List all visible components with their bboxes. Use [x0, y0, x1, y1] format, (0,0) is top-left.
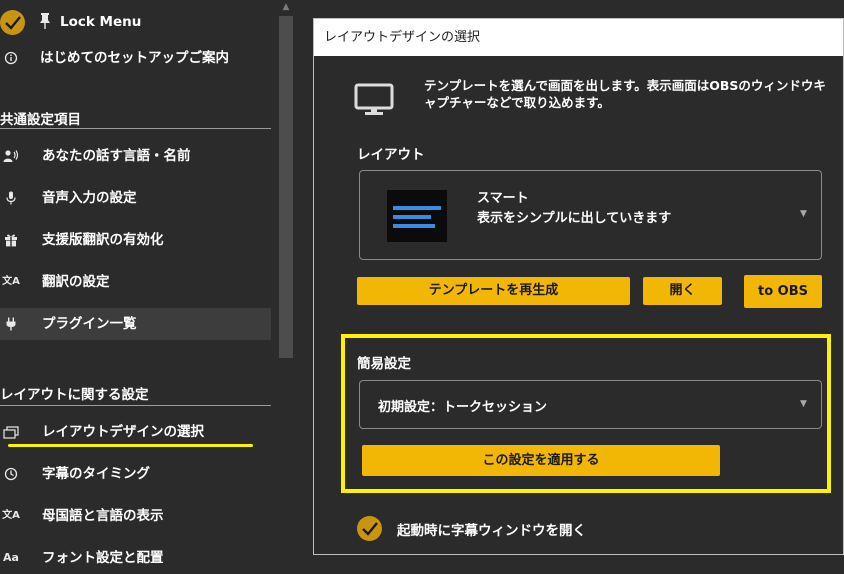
layout-template-combo[interactable]: スマート 表示をシンプルに出していきます ▼	[359, 170, 822, 260]
microphone-icon	[2, 182, 20, 217]
section-common-heading: 共通設定項目	[0, 112, 81, 128]
sidebar-item-label: プラグイン一覧	[42, 316, 137, 332]
startup-checkbox-icon[interactable]	[357, 516, 382, 541]
sidebar-item-label: あなたの話す言語・名前	[42, 148, 191, 164]
sidebar-item-label: フォント設定と配置	[42, 550, 164, 566]
sidebar-item-plugins[interactable]: プラグイン一覧	[0, 308, 271, 340]
sidebar-scrollbar-thumb[interactable]	[279, 16, 293, 358]
sidebar-item-font-settings[interactable]: Aa フォント設定と配置	[0, 542, 271, 574]
pin-icon	[38, 12, 52, 34]
template-name: スマート	[477, 191, 529, 206]
open-button[interactable]: 開く	[643, 277, 722, 305]
panel-header: レイアウトデザインの選択	[314, 19, 843, 56]
sidebar-item-label: 翻訳の設定	[42, 274, 110, 290]
regenerate-template-button[interactable]: テンプレートを再生成	[357, 277, 630, 305]
language-icon: 文A	[2, 510, 20, 521]
sidebar-item-subtitle-timing[interactable]: 字幕のタイミング	[0, 458, 271, 490]
chevron-down-icon: ▼	[800, 209, 807, 219]
highlight-underline	[8, 444, 253, 447]
sidebar-item-language-name[interactable]: あなたの話す言語・名前	[0, 140, 271, 172]
quick-settings-highlight	[341, 334, 831, 493]
template-thumbnail	[387, 190, 447, 242]
plug-icon	[2, 308, 20, 343]
sidebar-item-label: 字幕のタイミング	[42, 466, 150, 482]
lock-menu-check-icon[interactable]	[0, 10, 25, 35]
monitor-icon	[354, 83, 394, 121]
section-divider	[0, 405, 271, 406]
sidebar: Lock Menu はじめてのセットアップご案内 共通設定項目 あなたの話す言語…	[0, 0, 278, 566]
to-obs-button[interactable]: to OBS	[744, 275, 822, 308]
thumbnail-line	[393, 206, 441, 210]
sidebar-item-label: 母国語と言語の表示	[42, 508, 164, 524]
section-divider	[0, 128, 271, 129]
startup-checkbox-label[interactable]: 起動時に字幕ウィンドウを開く	[397, 519, 586, 539]
gift-icon	[2, 224, 20, 259]
sidebar-item-voice-input[interactable]: 音声入力の設定	[0, 182, 271, 214]
thumbnail-line	[393, 215, 431, 219]
layout-label: レイアウト	[357, 147, 425, 163]
sidebar-item-label: はじめてのセットアップご案内	[40, 50, 229, 66]
sidebar-item-language-display[interactable]: 文A 母国語と言語の表示	[0, 500, 271, 532]
scroll-up-icon[interactable]: ▲	[279, 0, 293, 14]
lock-menu-label[interactable]: Lock Menu	[60, 14, 141, 30]
timer-icon	[2, 458, 20, 493]
translate-icon: 文A	[2, 276, 20, 287]
sidebar-item-support-translation[interactable]: 支援版翻訳の有効化	[0, 224, 271, 256]
sidebar-item-label: 音声入力の設定	[42, 190, 137, 206]
person-voice-icon	[2, 140, 20, 175]
panel-title: レイアウトデザインの選択	[324, 30, 481, 45]
thumbnail-line	[393, 224, 435, 228]
template-subtitle: 表示をシンプルに出していきます	[477, 211, 672, 226]
panel-description: テンプレートを選んで画面を出します。表示画面はOBSのウィンドウキャプチャーなど…	[424, 78, 826, 110]
section-layout-heading: レイアウトに関する設定	[0, 387, 149, 403]
sidebar-item-label: 支援版翻訳の有効化	[42, 232, 164, 248]
font-icon: Aa	[3, 551, 19, 564]
info-icon	[2, 42, 20, 77]
sidebar-item-translation-settings[interactable]: 文A 翻訳の設定	[0, 266, 271, 298]
sidebar-item-setup-guide[interactable]: はじめてのセットアップご案内	[0, 42, 271, 74]
